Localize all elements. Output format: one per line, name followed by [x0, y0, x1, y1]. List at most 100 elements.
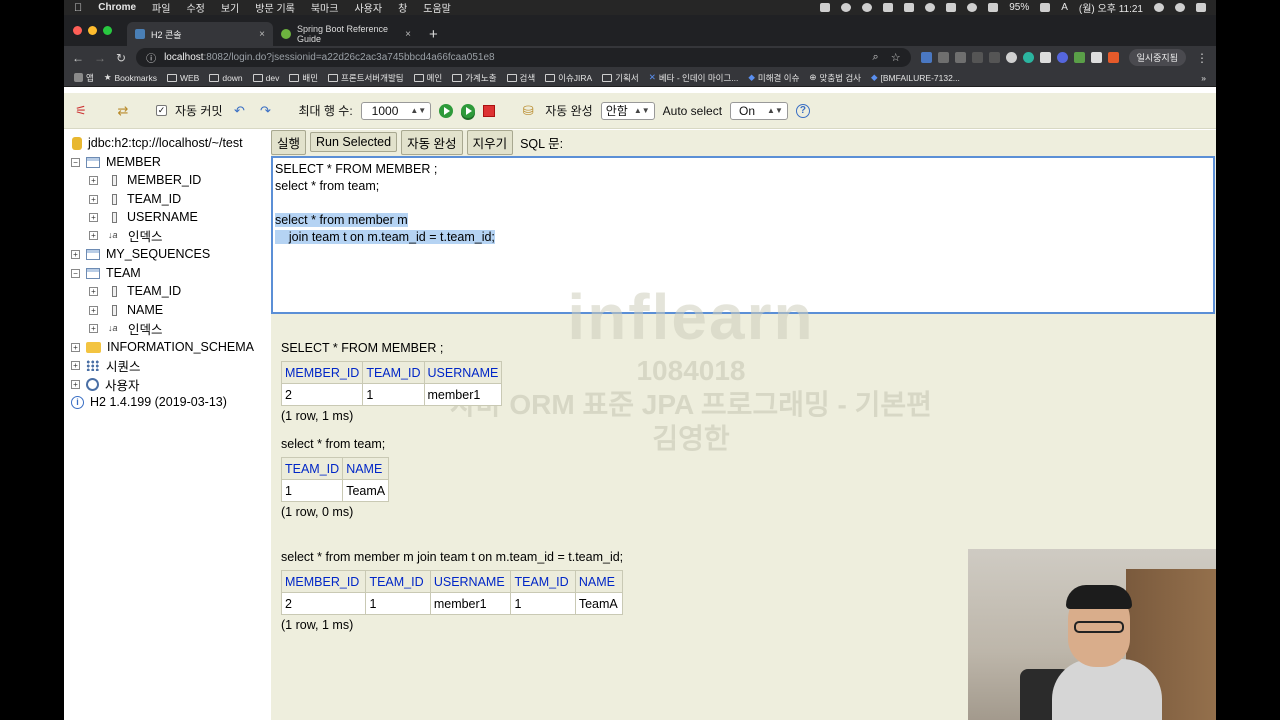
chrome-menu-icon[interactable]: ⋮ [1196, 51, 1208, 65]
tab-h2-console[interactable]: H2 콘솔 × [127, 22, 273, 46]
column-header[interactable]: NAME [574, 570, 624, 593]
expand-icon[interactable]: + [89, 323, 98, 333]
menubar-item-history[interactable]: 방문 기록 [255, 0, 295, 15]
battery-icon[interactable] [1040, 3, 1051, 12]
close-window-button[interactable] [73, 26, 82, 35]
bookmark-folder[interactable]: down [209, 73, 243, 83]
expand-icon[interactable]: + [71, 342, 80, 352]
bookmark-item[interactable]: ◆ 미해결 이슈 [748, 72, 799, 84]
tree-table-my-sequences[interactable]: + MY_SEQUENCES [71, 245, 210, 263]
menubar-app-name[interactable]: Chrome [98, 2, 136, 13]
tree-column[interactable]: + MEMBER_ID [89, 171, 201, 189]
run-icon[interactable] [439, 103, 454, 118]
tree-index[interactable]: + ↓a 인덱스 [89, 226, 163, 244]
more-bookmarks-icon[interactable]: » [1201, 73, 1206, 83]
tree-column[interactable]: + USERNAME [89, 208, 198, 226]
wifi-icon[interactable] [967, 3, 978, 12]
extension-icon[interactable] [988, 52, 1000, 63]
column-header[interactable]: TEAM_ID [362, 361, 425, 384]
status-icon[interactable] [820, 3, 831, 12]
auto-complete-select[interactable]: 안함 ▲▼ [600, 101, 655, 120]
column-header[interactable]: MEMBER_ID [280, 361, 364, 384]
reload-icon[interactable]: ↻ [116, 51, 126, 65]
bookmark-folder[interactable]: 기획서 [602, 72, 639, 84]
new-tab-button[interactable]: + [419, 26, 448, 46]
collapse-icon[interactable]: − [71, 157, 80, 167]
column-header[interactable]: USERNAME [423, 361, 503, 384]
run-button[interactable]: 실행 [271, 129, 307, 155]
bookmark-folder[interactable]: 배민 [289, 72, 318, 84]
auto-complete-button[interactable]: 자동 완성 [401, 129, 463, 155]
expand-icon[interactable]: + [89, 305, 98, 315]
tree-connection[interactable]: jdbc:h2:tcp://localhost/~/test [72, 134, 243, 152]
status-icon[interactable] [883, 3, 894, 12]
apple-icon[interactable]:  [74, 2, 82, 14]
extension-icon[interactable] [1090, 52, 1102, 63]
bookmark-folder[interactable]: dev [252, 73, 279, 83]
bookmark-item[interactable]: ⊕ 맞춤법 검사 [809, 72, 861, 84]
tab-spring-boot-guide[interactable]: Spring Boot Reference Guide × [273, 22, 419, 46]
refresh-icon[interactable]: ⇄ [114, 102, 132, 120]
address-bar[interactable]: ⓘ localhost:8082/login.do?jsessionid=a22… [136, 48, 911, 67]
extension-icon[interactable] [971, 52, 983, 63]
expand-icon[interactable]: + [89, 175, 98, 185]
input-source[interactable]: A [1061, 2, 1068, 13]
extension-icon[interactable] [954, 52, 966, 63]
menubar-item-edit[interactable]: 수정 [186, 0, 204, 15]
bookmark-star-icon[interactable]: ☆ [891, 51, 901, 64]
bookmark-item[interactable]: ★ Bookmarks [104, 72, 157, 83]
column-header[interactable]: TEAM_ID [365, 570, 431, 593]
close-tab-icon[interactable]: × [405, 29, 411, 40]
extension-icon[interactable] [920, 52, 932, 63]
auto-select-select[interactable]: On ▲▼ [730, 101, 788, 120]
status-icon[interactable] [841, 3, 852, 12]
close-tab-icon[interactable]: × [259, 29, 265, 40]
history-icon[interactable]: ⛁ [519, 102, 537, 120]
menubar-item-file[interactable]: 파일 [152, 0, 170, 15]
expand-icon[interactable]: + [71, 249, 80, 259]
notification-center-icon[interactable] [1196, 3, 1206, 12]
extension-icon[interactable] [1022, 52, 1034, 63]
tree-table-team[interactable]: − TEAM [71, 264, 141, 282]
bookmark-folder[interactable]: 검색 [506, 72, 535, 84]
max-rows-select[interactable]: 1000 ▲▼ [360, 101, 432, 120]
run-selected-button[interactable]: Run Selected [310, 132, 398, 152]
column-header[interactable]: MEMBER_ID [280, 570, 367, 593]
run-selected-icon[interactable] [461, 103, 476, 118]
sql-editor[interactable]: SELECT * FROM MEMBER ; select * from tea… [271, 156, 1215, 314]
clear-button[interactable]: 지우기 [466, 129, 514, 155]
collapse-icon[interactable]: − [71, 268, 80, 278]
commit-icon[interactable]: ↷ [257, 102, 275, 120]
menubar-item-view[interactable]: 보기 [221, 0, 239, 15]
siri-icon[interactable] [1175, 3, 1185, 12]
auto-commit-checkbox[interactable]: ✓ [156, 105, 167, 116]
expand-icon[interactable]: + [89, 194, 98, 204]
column-header[interactable]: TEAM_ID [280, 457, 344, 480]
menubar-item-help[interactable]: 도움말 [423, 0, 451, 15]
menubar-clock[interactable]: (월) 오후 11:21 [1079, 0, 1143, 15]
bookmark-item[interactable]: ◆ [BMFAILURE-7132... [871, 72, 960, 83]
help-icon[interactable]: ? [795, 103, 810, 118]
bookmark-folder[interactable]: 이슈JIRA [545, 72, 592, 84]
search-icon[interactable]: ⌕ [873, 51, 879, 64]
tree-column[interactable]: + TEAM_ID [89, 282, 181, 300]
volume-icon[interactable] [988, 3, 999, 12]
tree-index[interactable]: + ↓a 인덱스 [89, 319, 163, 337]
cloud-icon[interactable] [925, 3, 936, 12]
cancel-icon[interactable] [483, 104, 496, 117]
forward-icon[interactable]: → [94, 51, 106, 65]
drive-icon[interactable] [904, 3, 915, 12]
tree-sequences[interactable]: + 시퀀스 [71, 356, 141, 374]
bookmark-folder[interactable]: 프론트서버개발팀 [328, 72, 404, 84]
extension-icon[interactable] [1107, 52, 1119, 63]
battery-percent[interactable]: 95% [1009, 2, 1029, 13]
extension-icon[interactable] [937, 52, 949, 63]
expand-icon[interactable]: + [89, 212, 98, 222]
bookmark-item[interactable]: ✕ 베타 - 인데이 마이그... [649, 72, 739, 84]
google-icon[interactable] [862, 3, 873, 12]
minimize-window-button[interactable] [88, 26, 97, 35]
expand-icon[interactable]: + [89, 286, 98, 296]
menubar-item-people[interactable]: 사용자 [354, 0, 382, 15]
column-header[interactable]: NAME [342, 457, 390, 480]
bluetooth-icon[interactable] [946, 3, 957, 12]
